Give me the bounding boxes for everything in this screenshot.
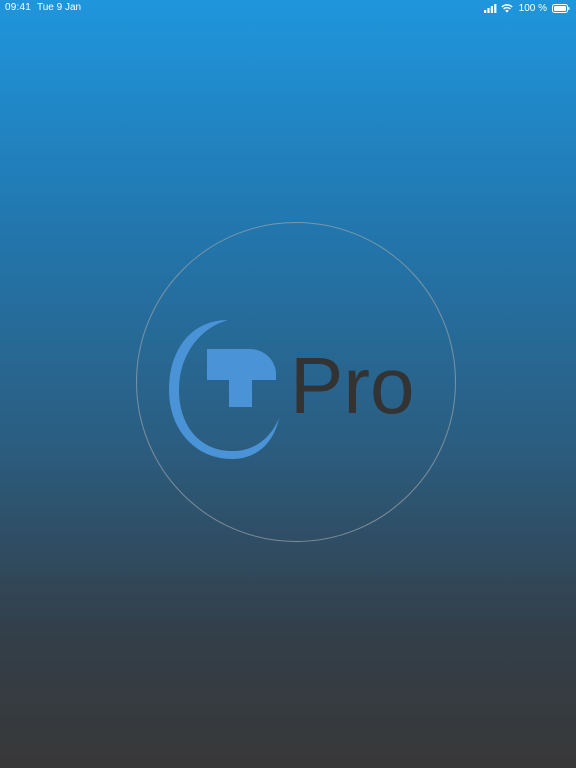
app-logo: Pro: [166, 318, 428, 464]
battery-icon: [552, 3, 570, 13]
logo-wordmark: Pro: [290, 341, 415, 430]
status-indicators: 100 %: [483, 2, 570, 14]
wifi-icon: [500, 3, 513, 13]
status-date: Tue 9 Jan: [37, 2, 82, 13]
battery-percent: 100 %: [518, 2, 547, 14]
status-bar: 09:41 Tue 9 Jan 100 %: [0, 0, 576, 16]
signal-icon: [483, 3, 497, 13]
status-time: 09:41: [5, 2, 32, 13]
